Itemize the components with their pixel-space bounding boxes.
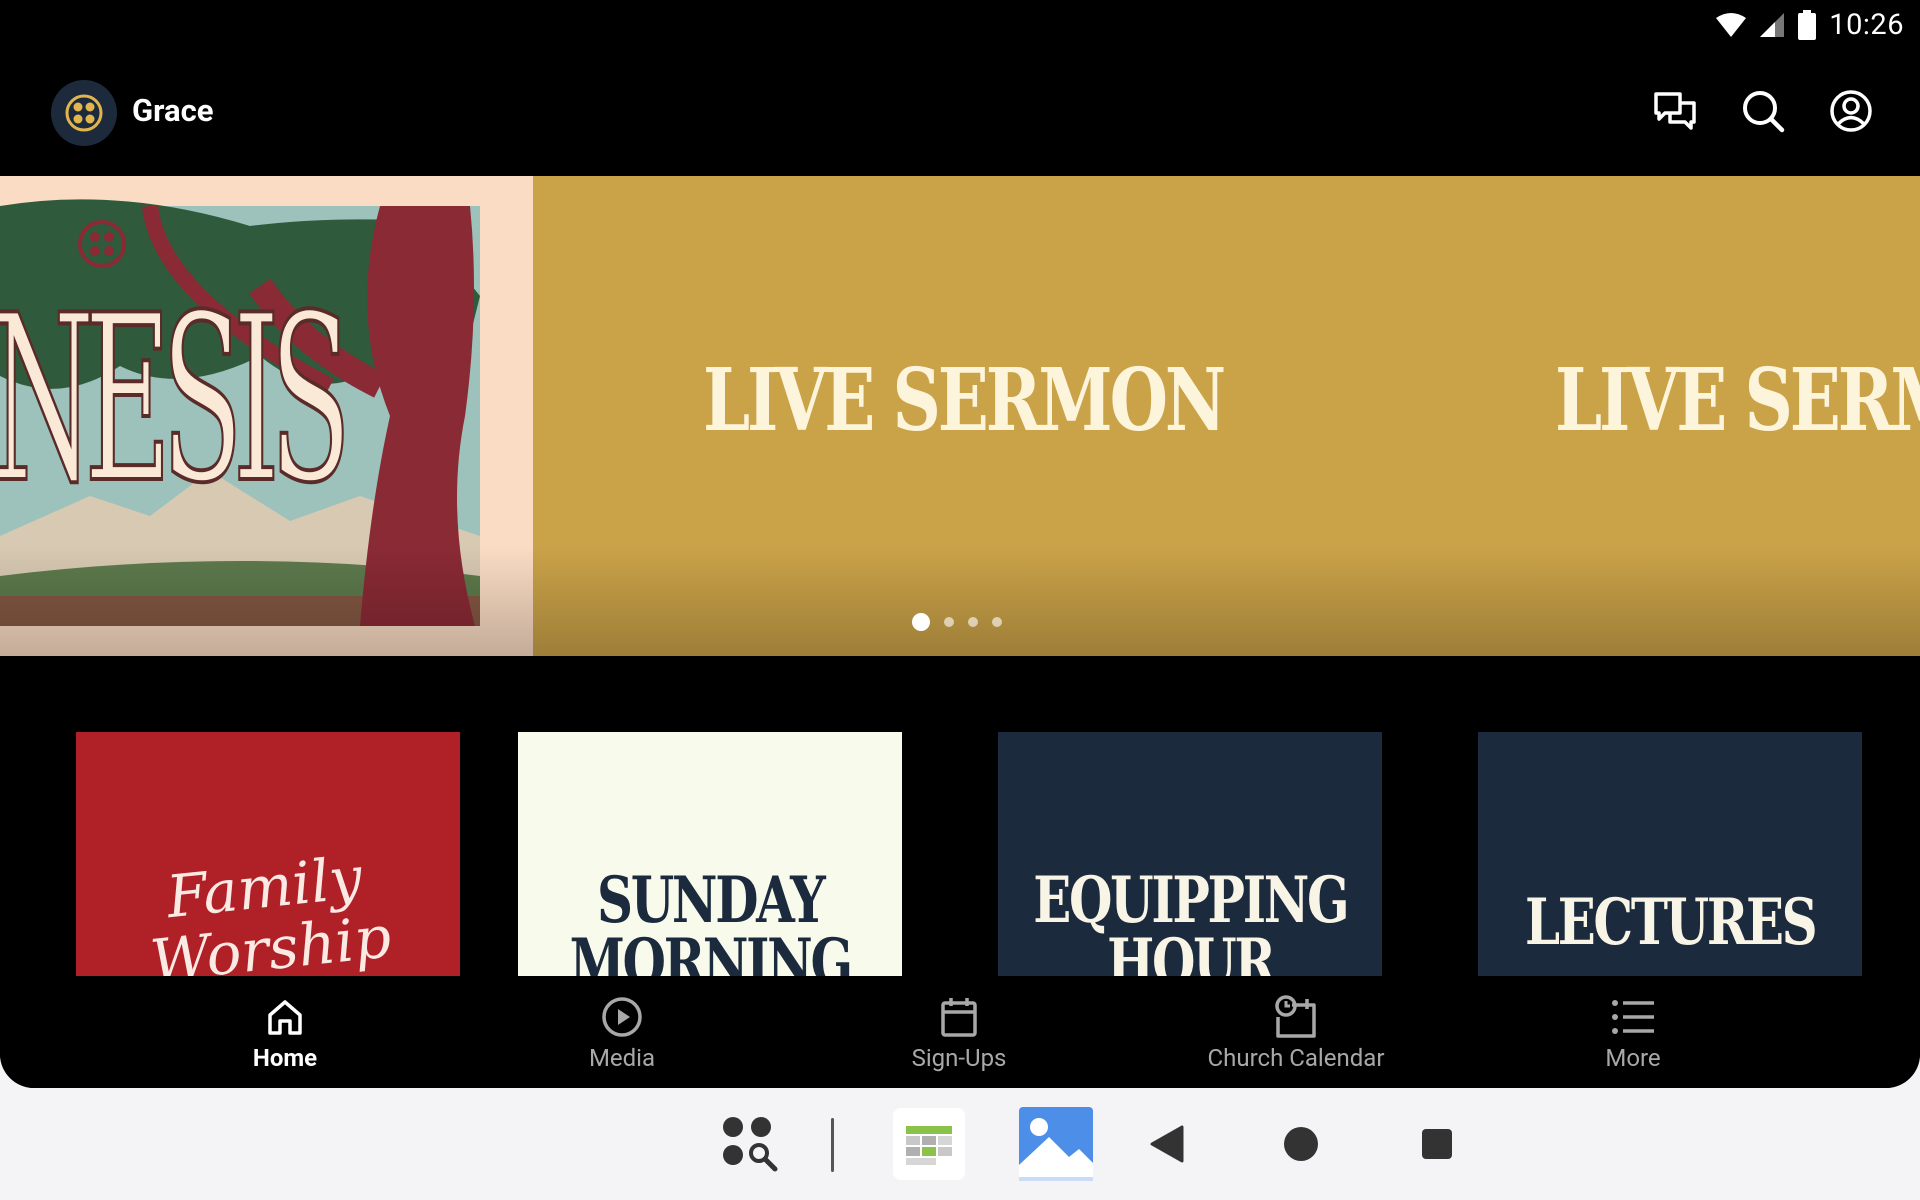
nav-sign-ups[interactable]: Sign-Ups: [829, 994, 1089, 1072]
gallery-app-icon: [1019, 1107, 1093, 1181]
card-title: LECTURES: [1524, 885, 1818, 960]
pager-dot[interactable]: [992, 617, 1002, 627]
list-icon: [1612, 1000, 1654, 1034]
home-circle-icon: [1284, 1127, 1318, 1161]
chat-icon: [1654, 92, 1696, 130]
taskbar-divider: [831, 1118, 834, 1172]
search-button[interactable]: [1738, 86, 1788, 136]
app-title: Grace: [132, 92, 214, 129]
app-actions: [1650, 86, 1876, 136]
calendar-app-button[interactable]: [891, 1088, 967, 1200]
hero-carousel[interactable]: NESIS LIVE SERMON LIVE SERMON: [0, 176, 1920, 656]
search-icon: [1743, 91, 1785, 133]
calendar-clock-icon: [1275, 995, 1316, 1038]
status-bar: 10:26: [0, 0, 1920, 50]
live-sermon-title: LIVE SERMON: [703, 350, 1226, 451]
card-sunday-morning[interactable]: SUNDAY MORNING: [518, 732, 902, 976]
status-time: 10:26: [1829, 8, 1904, 42]
home-button[interactable]: [1278, 1088, 1324, 1200]
cell-signal-icon: [1760, 13, 1785, 37]
card-family-worship[interactable]: Family Worship: [76, 732, 460, 976]
card-lectures[interactable]: LECTURES: [1478, 732, 1862, 976]
back-button[interactable]: [1142, 1088, 1192, 1200]
messages-button[interactable]: [1650, 86, 1700, 136]
carousel-pager[interactable]: [912, 613, 1002, 631]
pager-dot[interactable]: [968, 617, 978, 627]
card-equipping-hour[interactable]: EQUIPPING HOUR: [998, 732, 1382, 976]
account-icon: [1830, 90, 1872, 132]
app-bar: Grace: [0, 72, 1920, 154]
hero-gradient: [0, 546, 1920, 656]
nav-church-calendar[interactable]: Church Calendar: [1166, 994, 1426, 1072]
app-drawer-search-icon: [723, 1117, 778, 1172]
card-title: SUNDAY MORNING: [569, 863, 852, 977]
play-circle-icon: [602, 997, 642, 1037]
nav-media[interactable]: Media: [492, 994, 752, 1072]
status-icons: 10:26: [1715, 6, 1904, 44]
church-logo-icon[interactable]: [51, 80, 117, 146]
battery-icon: [1798, 10, 1817, 40]
nav-more[interactable]: More: [1503, 994, 1763, 1072]
card-title: EQUIPPING HOUR: [1032, 863, 1349, 977]
gallery-app-button[interactable]: [1018, 1088, 1094, 1200]
pager-dot-active[interactable]: [912, 613, 930, 631]
app-drawer-search-button[interactable]: [720, 1088, 780, 1200]
recents-icon: [1422, 1129, 1452, 1159]
series-cards: Family Worship SUNDAY MORNING EQUIPPING …: [0, 732, 1920, 976]
calendar-app-icon: [893, 1108, 965, 1180]
back-icon: [1150, 1125, 1184, 1163]
account-button[interactable]: [1826, 86, 1876, 136]
pager-dot[interactable]: [944, 617, 954, 627]
wifi-icon: [1716, 13, 1747, 37]
system-navigation-bar: [0, 1088, 1920, 1200]
calendar-icon: [941, 998, 977, 1037]
card-title: Family Worship: [147, 843, 395, 976]
genesis-title: NESIS: [0, 267, 353, 534]
live-sermon-title-next: LIVE SERMON: [1555, 350, 1920, 451]
bottom-navigation: Home Media Sign-Ups Church Calendar More: [0, 976, 1920, 1088]
recents-button[interactable]: [1414, 1088, 1460, 1200]
home-icon: [268, 1000, 302, 1035]
nav-home[interactable]: Home: [155, 994, 415, 1072]
device-screen: 10:26 Grace NESIS LIVE SERMON LIVE SER F…: [0, 0, 1920, 1088]
